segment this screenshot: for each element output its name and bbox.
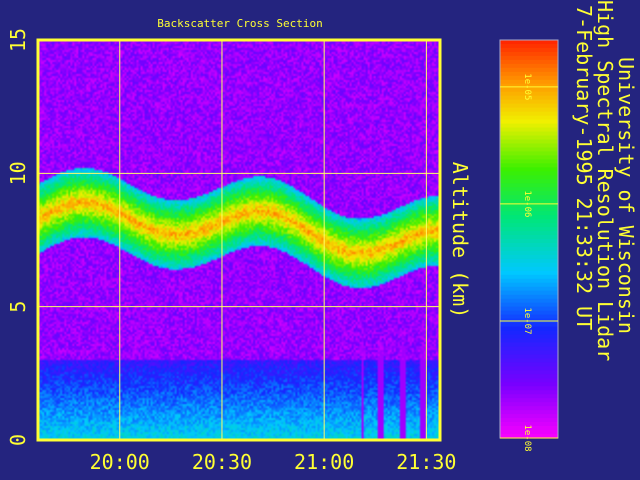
y-tick-label: 0	[6, 434, 30, 446]
backscatter-heatmap	[38, 40, 440, 440]
y-tick-label: 5	[6, 301, 30, 313]
colorbar-band	[500, 258, 558, 264]
colorbar-band	[500, 103, 558, 109]
colorbar-band	[500, 298, 558, 304]
colorbar-band	[500, 362, 558, 367]
x-tick-label: 21:00	[294, 450, 354, 474]
colorbar-band	[500, 135, 558, 141]
colorbar-band	[500, 278, 558, 284]
colorbar-band	[500, 262, 558, 268]
colorbar-band	[500, 394, 558, 399]
colorbar-band	[500, 63, 558, 69]
colorbar-band	[500, 350, 558, 356]
colorbar-band	[500, 270, 558, 276]
colorbar-band	[500, 55, 558, 61]
colorbar-band	[500, 151, 558, 157]
colorbar-band	[500, 250, 558, 256]
colorbar-band	[500, 274, 558, 280]
colorbar-band	[500, 111, 558, 117]
colorbar-band	[500, 354, 558, 359]
colorbar-band	[500, 155, 558, 160]
colorbar-tick-label: 1e-06	[522, 190, 532, 217]
colorbar-band	[500, 119, 558, 125]
colorbar-band	[500, 107, 558, 113]
colorbar-band	[500, 294, 558, 300]
colorbar-band	[500, 254, 558, 260]
colorbar-band	[500, 338, 558, 344]
y-tick-label: 15	[6, 28, 30, 52]
colorbar-band	[500, 246, 558, 252]
heatmap-image	[38, 40, 440, 440]
colorbar-band	[500, 231, 558, 236]
colorbar-band	[500, 227, 558, 232]
colorbar-band	[500, 266, 558, 272]
lidar-figure: Backscatter Cross Section 0 5 10 15 20:00 20…	[0, 0, 640, 480]
colorbar-band	[500, 235, 558, 240]
y-axis-label: Altitude (km)	[448, 162, 472, 319]
colorbar-band	[500, 386, 558, 391]
colorbar-band	[500, 139, 558, 145]
colorbar-band	[500, 123, 558, 129]
colorbar-band	[500, 410, 558, 415]
colorbar-band	[500, 418, 558, 423]
colorbar-band	[500, 239, 558, 244]
x-tick-label: 21:30	[396, 450, 456, 474]
colorbar-band	[500, 374, 558, 379]
colorbar-band	[500, 115, 558, 121]
colorbar-band	[500, 159, 558, 164]
colorbar-band	[500, 40, 558, 45]
colorbar-band	[500, 286, 558, 292]
colorbar-band	[500, 179, 558, 184]
colorbar-band	[500, 99, 558, 105]
colorbar-tick-label: 1e-08	[522, 424, 532, 451]
colorbar-band	[500, 47, 558, 53]
side-date: 7-February-1995 21:33:32 UT	[572, 5, 596, 330]
colorbar-band	[500, 147, 558, 153]
colorbar-band	[500, 346, 558, 352]
colorbar-band	[500, 366, 558, 371]
colorbar-band	[500, 219, 558, 224]
colorbar-tick-label: 1e-05	[522, 73, 532, 100]
colorbar-band	[500, 59, 558, 65]
colorbar-band	[500, 67, 558, 73]
colorbar-band	[500, 370, 558, 375]
colorbar-band	[500, 402, 558, 407]
colorbar-band	[500, 342, 558, 348]
colorbar-band	[500, 290, 558, 296]
chart-title: Backscatter Cross Section	[157, 17, 323, 30]
x-tick-label: 20:00	[90, 450, 150, 474]
x-tick-label: 20:30	[192, 450, 252, 474]
colorbar-band	[500, 163, 558, 168]
colorbar-band	[500, 43, 558, 49]
colorbar-band	[500, 131, 558, 137]
colorbar-band	[500, 183, 558, 188]
colorbar-band	[500, 127, 558, 133]
colorbar-band	[500, 398, 558, 403]
colorbar-band	[500, 167, 558, 172]
colorbar-band	[500, 223, 558, 228]
colorbar-band	[500, 175, 558, 180]
colorbar-band	[500, 242, 558, 248]
colorbar-band	[500, 382, 558, 387]
colorbar-band	[500, 406, 558, 411]
colorbar-band	[500, 358, 558, 363]
colorbar-band	[500, 334, 558, 340]
colorbar-tick-label: 1e-07	[522, 307, 532, 334]
colorbar-band	[500, 414, 558, 419]
colorbar-band	[500, 390, 558, 395]
colorbar-band	[500, 51, 558, 57]
colorbar-band	[500, 282, 558, 288]
y-tick-label: 10	[6, 161, 30, 185]
colorbar-band	[500, 378, 558, 383]
colorbar-band	[500, 171, 558, 176]
colorbar-band	[500, 143, 558, 149]
